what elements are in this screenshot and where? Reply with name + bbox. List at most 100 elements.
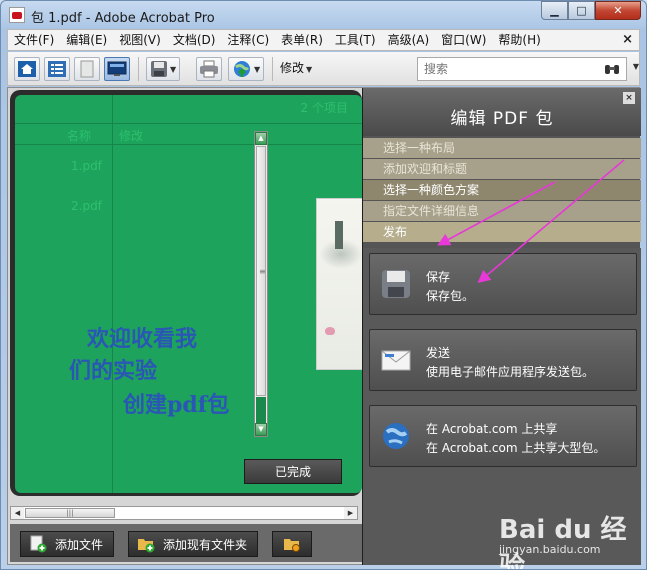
share-action[interactable]: 在 Acrobat.com 上共享 在 Acrobat.com 上共享大型包。 xyxy=(369,405,637,467)
save-dropdown-button[interactable]: ▼ xyxy=(146,57,180,81)
package-bottom-bar: 添加文件 添加现有文件夹 xyxy=(10,524,362,562)
welcome-text-line-2: 们的实验 xyxy=(69,358,158,384)
step-add-welcome[interactable]: 添加欢迎和标题 xyxy=(363,159,641,179)
item-count: 2 个项目 xyxy=(300,101,348,115)
send-action-desc: 使用电子邮件应用程序发送包。 xyxy=(426,365,595,379)
folder-options-button[interactable] xyxy=(272,531,312,557)
envelope-icon xyxy=(381,350,411,371)
close-window-button[interactable]: ✕ xyxy=(595,1,641,20)
menu-help[interactable]: 帮助(H) xyxy=(492,30,546,50)
toolbar: ▼ ▼ 修改▼ ▼ xyxy=(7,52,640,86)
menu-forms[interactable]: 表单(R) xyxy=(275,30,329,50)
search-options-arrow-icon[interactable]: ▼ xyxy=(633,62,639,71)
menu-edit[interactable]: 编辑(E) xyxy=(60,30,113,50)
scroll-left-icon[interactable]: ◀ xyxy=(11,507,24,519)
step-file-details[interactable]: 指定文件详细信息 xyxy=(363,201,641,221)
save-action-title: 保存 xyxy=(426,270,451,284)
save-action[interactable]: 保存 保存包。 xyxy=(369,253,637,315)
add-file-icon xyxy=(30,535,47,553)
toolbar-separator xyxy=(138,57,139,81)
save-disk-icon xyxy=(151,61,167,77)
menu-tools[interactable]: 工具(T) xyxy=(329,30,382,50)
binoculars-icon[interactable] xyxy=(604,62,620,76)
welcome-text-line-3: 创建pdf包 xyxy=(123,392,230,418)
step-publish[interactable]: 发布 xyxy=(363,222,641,242)
faint-row-1: 1.pdf xyxy=(71,159,102,173)
share-action-title: 在 Acrobat.com 上共享 xyxy=(426,422,558,436)
globe-icon xyxy=(383,423,409,449)
share-action-desc: 在 Acrobat.com 上共享大型包。 xyxy=(426,441,606,455)
welcome-image-card xyxy=(316,198,362,370)
package-view-button[interactable] xyxy=(104,57,130,81)
scroll-down-icon[interactable]: ▼ xyxy=(255,423,267,436)
menu-view[interactable]: 视图(V) xyxy=(113,30,167,50)
vertical-scrollbar[interactable]: ▲ ≡ ▼ xyxy=(254,131,268,437)
horizontal-scrollbar[interactable]: ◀ ||| ▶ xyxy=(10,506,358,520)
home-icon xyxy=(18,61,36,77)
minimize-button[interactable]: ▁ xyxy=(541,1,568,20)
faint-list-column xyxy=(15,95,113,493)
window-title: 包 1.pdf - Adobe Acrobat Pro xyxy=(31,11,215,26)
dropdown-arrow-icon: ▼ xyxy=(306,65,313,74)
home-button[interactable] xyxy=(14,57,40,81)
modify-menu[interactable]: 修改 ▼ xyxy=(280,59,312,76)
print-button[interactable] xyxy=(196,57,222,81)
scroll-up-icon[interactable]: ▲ xyxy=(255,132,267,145)
close-panel-icon[interactable]: × xyxy=(623,92,635,104)
scroll-right-icon[interactable]: ▶ xyxy=(344,507,357,519)
package-preview: 2 个项目 名称 修改 1.pdf 2.pdf 欢迎收看我 们的实验 创建pdf… xyxy=(15,95,362,493)
watermark-brand: Bai du 经验 xyxy=(499,515,627,570)
monitor-icon xyxy=(107,61,127,76)
menu-bar: 文件(F) 编辑(E) 视图(V) 文档(D) 注释(C) 表单(R) 工具(T… xyxy=(7,29,640,51)
page-view-button[interactable] xyxy=(74,57,100,81)
edit-panel-header: 编辑 PDF 包 × xyxy=(363,88,641,136)
dropdown-arrow-icon: ▼ xyxy=(254,64,261,74)
add-folder-label: 添加现有文件夹 xyxy=(163,537,248,552)
dropdown-arrow-icon: ▼ xyxy=(170,64,177,74)
h-scroll-thumb[interactable]: ||| xyxy=(25,508,115,518)
package-preview-frame: 2 个项目 名称 修改 1.pdf 2.pdf 欢迎收看我 们的实验 创建pdf… xyxy=(10,90,362,496)
menu-comments[interactable]: 注释(C) xyxy=(221,30,275,50)
printer-icon xyxy=(200,60,218,78)
folder-gear-icon xyxy=(284,539,300,552)
page-icon xyxy=(80,60,94,78)
save-disk-icon xyxy=(382,270,410,298)
content-area: 2 个项目 名称 修改 1.pdf 2.pdf 欢迎收看我 们的实验 创建pdf… xyxy=(7,87,641,565)
menu-document[interactable]: 文档(D) xyxy=(167,30,222,50)
welcome-text-line-1: 欢迎收看我 xyxy=(87,326,198,352)
baidu-watermark: Bai du 经验 jingyan.baidu.com xyxy=(499,509,639,569)
add-file-button[interactable]: 添加文件 xyxy=(20,531,115,557)
send-action-title: 发送 xyxy=(426,346,451,360)
title-bar: 包 1.pdf - Adobe Acrobat Pro ▁ □ ✕ xyxy=(1,1,646,29)
edit-pdf-package-panel: 编辑 PDF 包 × 选择一种布局 添加欢迎和标题 选择一种颜色方案 指定文件详… xyxy=(362,88,641,565)
menu-file[interactable]: 文件(F) xyxy=(8,30,60,50)
search-input[interactable] xyxy=(418,58,588,80)
faint-column-name: 名称 xyxy=(67,129,92,143)
window-controls: ▁ □ ✕ xyxy=(541,1,641,20)
scroll-track xyxy=(256,397,266,423)
list-view-button[interactable] xyxy=(44,57,70,81)
menu-window[interactable]: 窗口(W) xyxy=(435,30,492,50)
add-folder-button[interactable]: 添加现有文件夹 xyxy=(128,531,259,557)
faint-list-header: 名称 修改 xyxy=(15,123,362,145)
close-document-icon[interactable]: × xyxy=(622,32,633,47)
list-icon xyxy=(48,61,66,77)
scroll-thumb[interactable]: ≡ xyxy=(256,146,266,396)
add-folder-icon xyxy=(138,539,155,553)
send-action[interactable]: 发送 使用电子邮件应用程序发送包。 xyxy=(369,329,637,391)
lotus-image xyxy=(325,327,335,335)
globe-upload-icon xyxy=(234,61,250,77)
faint-row-2: 2.pdf xyxy=(71,199,102,213)
menu-advanced[interactable]: 高级(A) xyxy=(382,30,436,50)
pagoda-image xyxy=(335,221,343,249)
done-button[interactable]: 已完成 xyxy=(244,459,342,484)
modify-label: 修改 xyxy=(280,61,305,75)
collaborate-dropdown-button[interactable]: ▼ xyxy=(228,57,264,81)
faint-column-modified: 修改 xyxy=(119,129,144,143)
edit-panel-title: 编辑 PDF 包 xyxy=(450,109,554,129)
watermark-url: jingyan.baidu.com xyxy=(499,543,601,556)
step-choose-layout[interactable]: 选择一种布局 xyxy=(363,138,641,158)
toolbar-separator xyxy=(272,57,273,81)
step-color-scheme[interactable]: 选择一种颜色方案 xyxy=(363,180,641,200)
maximize-button[interactable]: □ xyxy=(568,1,595,20)
